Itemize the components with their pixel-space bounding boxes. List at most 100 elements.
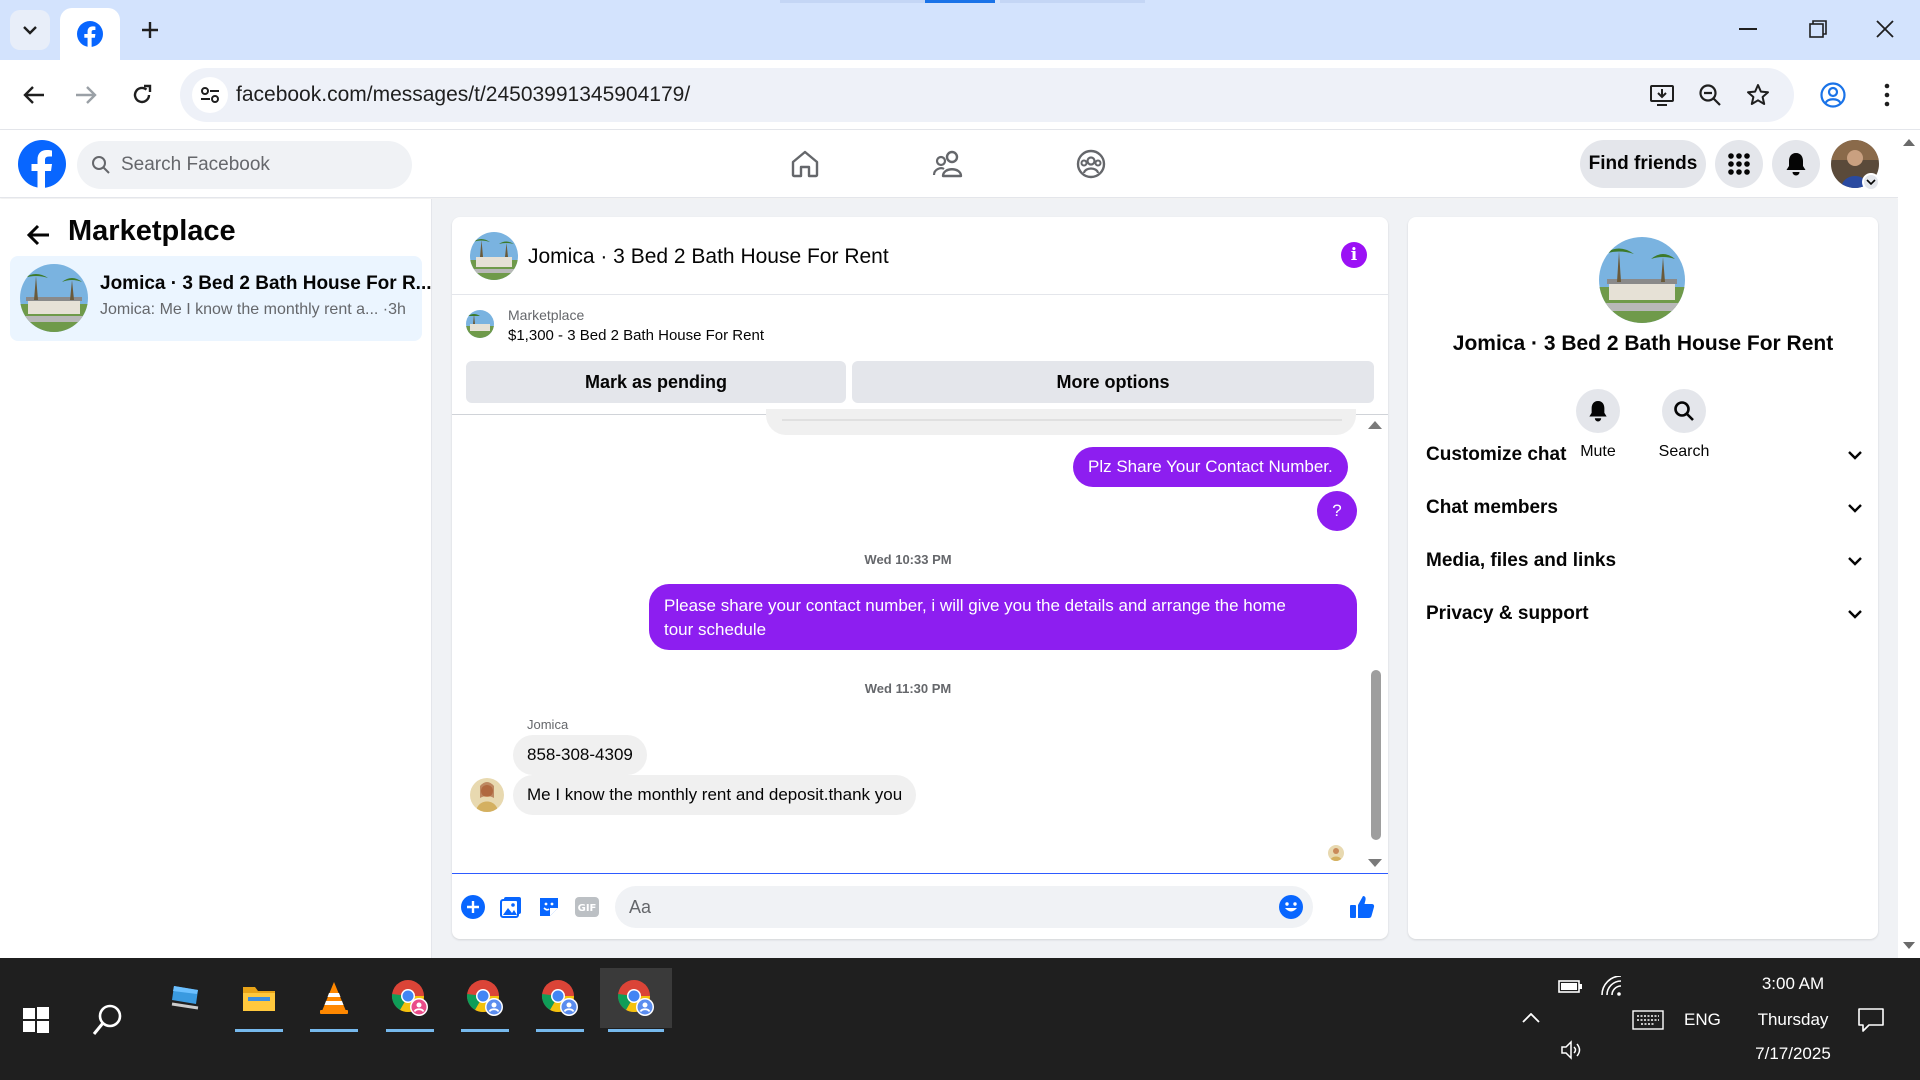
conversation-item[interactable]: Jomica · 3 Bed 2 Bath House For R... Jom… xyxy=(10,256,432,341)
taskbar-app-chrome-3[interactable] xyxy=(530,968,590,1032)
sent-message[interactable]: ? xyxy=(1317,491,1357,531)
scroll-down-arrow[interactable] xyxy=(1903,942,1915,949)
close-window-button[interactable] xyxy=(1850,0,1920,58)
running-indicator xyxy=(310,1029,358,1032)
scroll-up-arrow[interactable] xyxy=(1368,421,1382,429)
media-files-links-row[interactable]: Media, files and links xyxy=(1426,541,1862,581)
show-hidden-icons-button[interactable] xyxy=(1522,1010,1540,1028)
restore-button[interactable] xyxy=(1783,0,1853,58)
received-message[interactable]: 858-308-4309 xyxy=(513,735,647,775)
message-input[interactable] xyxy=(629,886,1229,928)
chat-thumbnail[interactable] xyxy=(470,232,518,280)
facebook-header: Find friends xyxy=(0,130,1898,198)
mark-as-pending-button[interactable]: Mark as pending xyxy=(466,361,846,403)
gif-icon: GIF xyxy=(575,897,599,917)
running-indicator xyxy=(235,1029,283,1032)
reload-button[interactable] xyxy=(122,75,162,115)
taskbar-app-chrome-1[interactable] xyxy=(380,968,440,1032)
zoom-button[interactable] xyxy=(1696,81,1724,109)
address-bar[interactable]: facebook.com/messages/t/2450399134590417… xyxy=(180,68,1794,122)
computer-icon xyxy=(171,986,199,1010)
back-button[interactable] xyxy=(14,75,54,115)
page-scrollbar[interactable] xyxy=(1898,130,1920,958)
scroll-up-arrow[interactable] xyxy=(1903,139,1915,146)
groups-nav[interactable] xyxy=(1071,144,1111,184)
language-indicator[interactable]: ENG xyxy=(1684,1010,1721,1030)
home-nav[interactable] xyxy=(785,144,825,184)
chat-members-row[interactable]: Chat members xyxy=(1426,488,1862,528)
profile-icon xyxy=(1820,82,1846,108)
find-friends-button[interactable]: Find friends xyxy=(1580,140,1706,188)
battery-button[interactable] xyxy=(1558,978,1584,999)
action-center-button[interactable] xyxy=(1858,1008,1884,1037)
customize-chat-row[interactable]: Customize chat xyxy=(1426,435,1862,475)
taskbar-app-file-explorer[interactable] xyxy=(229,968,289,1032)
browser-menu-button[interactable] xyxy=(1867,75,1907,115)
info-icon[interactable]: i xyxy=(1341,242,1367,268)
more-actions-button[interactable] xyxy=(460,894,486,920)
taskbar-app-chrome-4-active[interactable] xyxy=(600,968,672,1032)
message-input-box[interactable] xyxy=(615,886,1313,928)
sticker-button[interactable] xyxy=(536,894,562,920)
reload-icon xyxy=(133,84,152,104)
chevron-down-icon xyxy=(1848,556,1862,566)
bookmark-button[interactable] xyxy=(1744,81,1772,109)
chat-title[interactable]: Jomica · 3 Bed 2 Bath House For Rent xyxy=(528,245,889,269)
sent-message[interactable]: Please share your contact number, i will… xyxy=(649,584,1357,650)
minimize-button[interactable] xyxy=(1713,0,1783,58)
section-label: Chat members xyxy=(1426,497,1558,518)
emoji-icon[interactable] xyxy=(1279,895,1303,919)
sender-avatar[interactable] xyxy=(470,778,504,812)
listing-title[interactable]: $1,300 - 3 Bed 2 Bath House For Rent xyxy=(508,327,764,344)
start-button[interactable] xyxy=(6,990,66,1050)
notifications-button[interactable] xyxy=(1772,140,1820,188)
taskbar-search-button[interactable] xyxy=(78,990,138,1050)
taskbar-app-vlc[interactable] xyxy=(304,968,364,1032)
facebook-logo-icon[interactable] xyxy=(18,140,66,188)
attach-photo-button[interactable] xyxy=(498,894,524,920)
battery-icon xyxy=(1558,980,1582,993)
house-photo xyxy=(1599,237,1685,323)
mute-circle[interactable] xyxy=(1576,389,1620,433)
touch-keyboard-button[interactable] xyxy=(1632,1010,1664,1035)
chevron-down-icon xyxy=(1866,179,1876,185)
volume-button[interactable] xyxy=(1560,1040,1584,1065)
site-settings-button[interactable] xyxy=(192,77,228,113)
chevron-down-icon xyxy=(1848,609,1862,619)
tune-icon xyxy=(201,87,219,103)
clock-date[interactable]: 7/17/2025 xyxy=(1738,1044,1848,1064)
chevron-down-icon xyxy=(23,26,37,35)
thumbs-up-icon xyxy=(1350,896,1375,918)
close-icon xyxy=(1876,20,1894,38)
new-tab-button[interactable] xyxy=(130,10,170,50)
more-options-button[interactable]: More options xyxy=(852,361,1374,403)
scrollbar-thumb[interactable] xyxy=(1371,670,1381,840)
friends-nav[interactable] xyxy=(928,144,968,184)
search-circle[interactable] xyxy=(1662,389,1706,433)
chrome-icon xyxy=(466,980,503,1016)
clock-day[interactable]: Thursday xyxy=(1738,1010,1848,1030)
forward-button[interactable] xyxy=(66,75,106,115)
privacy-support-row[interactable]: Privacy & support xyxy=(1426,594,1862,634)
profile-button[interactable] xyxy=(1813,75,1853,115)
install-app-button[interactable] xyxy=(1648,81,1676,109)
listing-photo[interactable] xyxy=(1599,237,1685,323)
received-message[interactable]: Me I know the monthly rent and deposit.t… xyxy=(513,775,917,815)
back-to-marketplace-button[interactable] xyxy=(22,219,54,251)
tab-facebook[interactable] xyxy=(60,8,120,60)
scroll-down-arrow[interactable] xyxy=(1368,859,1382,867)
search-input[interactable] xyxy=(121,141,401,189)
sent-message[interactable]: Plz Share Your Contact Number. xyxy=(1073,447,1348,487)
clock-time[interactable]: 3:00 AM xyxy=(1748,974,1838,994)
gif-button[interactable]: GIF xyxy=(574,894,600,920)
menu-button[interactable] xyxy=(1715,140,1763,188)
account-chevron[interactable] xyxy=(1862,173,1880,191)
taskbar-app-chrome-2[interactable] xyxy=(455,968,515,1032)
wifi-button[interactable] xyxy=(1600,975,1622,1001)
url-text[interactable]: facebook.com/messages/t/2450399134590417… xyxy=(236,83,690,107)
taskbar-app-this-pc[interactable] xyxy=(155,968,215,1028)
send-like-button[interactable] xyxy=(1349,894,1375,920)
tab-search-button[interactable] xyxy=(10,10,50,50)
facebook-search[interactable] xyxy=(77,141,412,189)
search-icon xyxy=(1674,401,1694,421)
